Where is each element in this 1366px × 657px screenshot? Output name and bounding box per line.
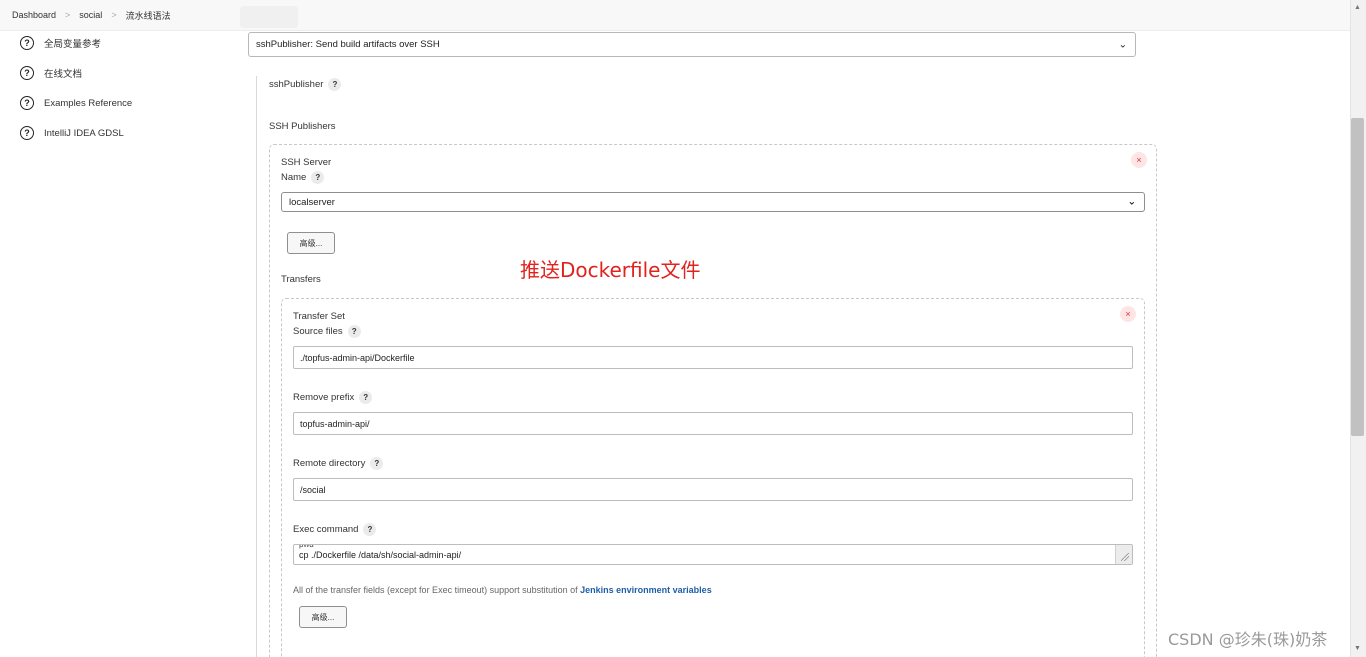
background-tab-placeholder <box>240 6 298 28</box>
server-name-label-row: Name? <box>281 171 325 184</box>
watermark: CSDN @珍朱(珠)奶茶 <box>1168 630 1328 649</box>
remove-prefix-input[interactable]: topfus-admin-api/ <box>293 412 1133 435</box>
sidebar-item-label: 在线文档 <box>44 69 83 80</box>
source-files-label-row: Source files? <box>293 325 361 338</box>
help-circle-icon: ? <box>20 36 34 50</box>
exec-command-value: cp ./Dockerfile /data/sh/social-admin-ap… <box>299 550 462 560</box>
chevron-down-icon: ⌄ <box>1127 196 1136 208</box>
sidebar-item-label: 全局变量参考 <box>44 39 102 50</box>
transfer-advanced-button[interactable]: 高级... <box>299 606 347 628</box>
sample-step-select[interactable]: sshPublisher: Send build artifacts over … <box>248 32 1136 57</box>
substitution-note: All of the transfer fields (except for E… <box>293 585 712 595</box>
breadcrumb-separator-icon: > <box>111 10 117 20</box>
exec-command-textarea[interactable]: pwd cp ./Dockerfile /data/sh/social-admi… <box>293 544 1133 565</box>
exec-command-label: Exec command <box>293 524 359 536</box>
jenkins-env-vars-link[interactable]: Jenkins environment variables <box>580 585 712 595</box>
breadcrumb-dashboard[interactable]: Dashboard <box>12 10 56 20</box>
publisher-label-row: sshPublisher? <box>269 78 342 91</box>
help-icon[interactable]: ? <box>311 171 325 184</box>
sample-step-value: sshPublisher: Send build artifacts over … <box>256 39 440 50</box>
remote-directory-label-row: Remote directory? <box>293 457 384 470</box>
help-icon[interactable]: ? <box>347 325 361 338</box>
remove-prefix-label: Remove prefix <box>293 392 355 404</box>
publisher-label: sshPublisher <box>269 79 324 91</box>
exec-command-label-row: Exec command? <box>293 523 377 536</box>
breadcrumb: Dashboard > social > 流水线语法 <box>0 0 1350 31</box>
sidebar-item-intellij-gdsl[interactable]: ? IntelliJ IDEA GDSL <box>20 118 220 148</box>
remove-prefix-label-row: Remove prefix? <box>293 391 373 404</box>
breadcrumb-pipeline-syntax[interactable]: 流水线语法 <box>126 9 171 22</box>
sidebar-item-label: IntelliJ IDEA GDSL <box>44 127 124 139</box>
transfer-set-heading: Transfer Set <box>293 311 345 322</box>
transfers-heading: Transfers <box>281 274 321 285</box>
annotation-text: 推送Dockerfile文件 <box>520 258 701 282</box>
sidebar-item-examples-reference[interactable]: ? Examples Reference <box>20 88 220 118</box>
scrollbar-thumb[interactable] <box>1351 118 1364 436</box>
section-indent-line <box>256 76 257 657</box>
help-circle-icon: ? <box>20 96 34 110</box>
sidebar: ? 全局变量参考 ? 在线文档 ? Examples Reference ? I… <box>20 28 220 148</box>
substitution-note-text: All of the transfer fields (except for E… <box>293 585 581 595</box>
help-icon[interactable]: ? <box>328 78 342 91</box>
delete-transfer-close-icon[interactable]: × <box>1120 306 1136 322</box>
source-files-label: Source files <box>293 326 343 338</box>
ssh-publishers-heading: SSH Publishers <box>269 121 336 132</box>
help-icon[interactable]: ? <box>359 391 373 404</box>
sidebar-item-online-docs[interactable]: ? 在线文档 <box>20 58 220 88</box>
sidebar-item-global-variables[interactable]: ? 全局变量参考 <box>20 28 220 58</box>
source-files-input[interactable]: ./topfus-admin-api/Dockerfile <box>293 346 1133 369</box>
ssh-server-heading: SSH Server <box>281 157 332 168</box>
chevron-down-icon: ⌄ <box>1118 39 1127 50</box>
exec-command-previous-line: pwd <box>299 544 314 549</box>
help-circle-icon: ? <box>20 126 34 140</box>
help-icon[interactable]: ? <box>370 457 384 470</box>
help-icon[interactable]: ? <box>363 523 377 536</box>
remote-directory-input[interactable]: /social <box>293 478 1133 501</box>
help-circle-icon: ? <box>20 66 34 80</box>
scroll-down-arrow-icon[interactable]: ▼ <box>1354 645 1361 652</box>
scroll-up-arrow-icon[interactable]: ▲ <box>1354 4 1361 11</box>
server-advanced-button[interactable]: 高级... <box>287 232 335 254</box>
resize-grip-icon[interactable] <box>1115 545 1132 564</box>
breadcrumb-separator-icon: > <box>65 10 71 20</box>
delete-server-close-icon[interactable]: × <box>1131 152 1147 168</box>
server-name-value: localserver <box>289 196 335 208</box>
server-name-label: Name <box>281 172 307 184</box>
remote-directory-label: Remote directory <box>293 458 366 470</box>
sidebar-item-label: Examples Reference <box>44 97 133 109</box>
breadcrumb-social[interactable]: social <box>79 10 102 20</box>
server-name-select[interactable]: localserver ⌄ <box>281 192 1145 212</box>
